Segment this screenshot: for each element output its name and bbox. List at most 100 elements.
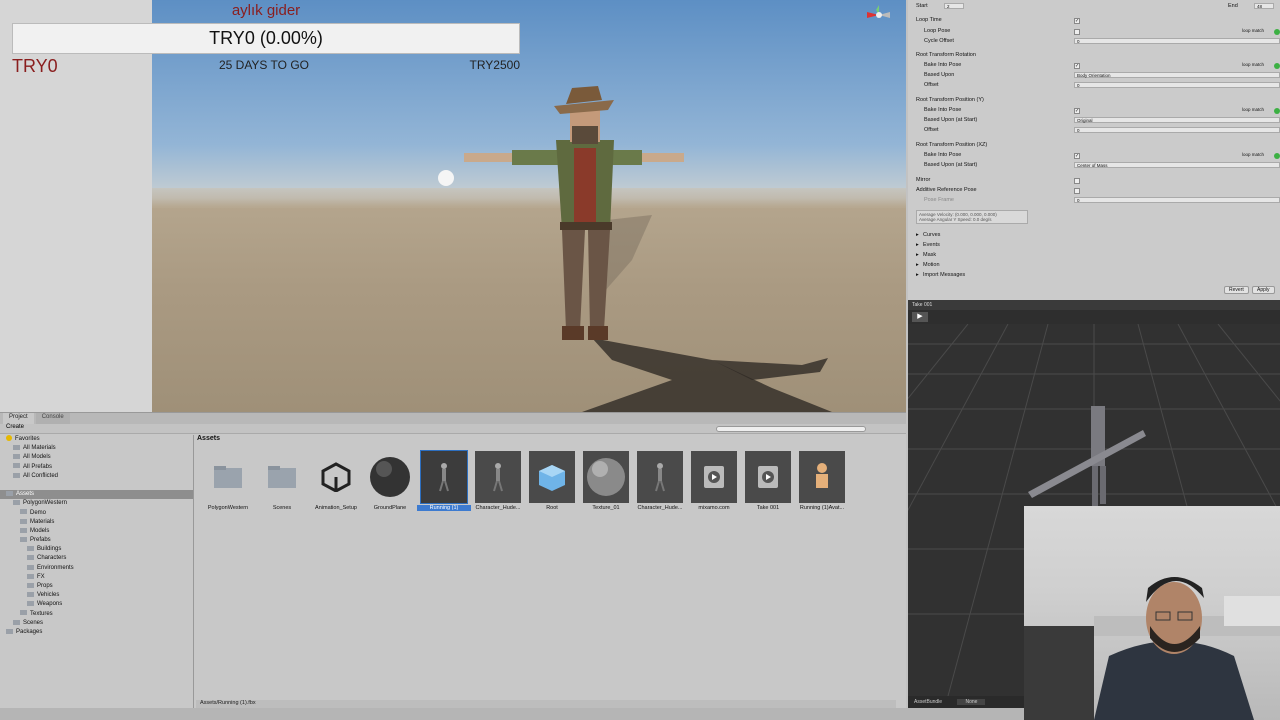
tree-item-label: Weapons <box>37 601 63 608</box>
tree-item-label: Assets <box>16 491 35 498</box>
search-input[interactable] <box>716 426 866 432</box>
tree-item[interactable]: FX <box>0 573 193 582</box>
asset-item[interactable]: Running (1)Avat... <box>795 451 849 511</box>
inspector-row: Root Transform Position (XZ) <box>916 142 1276 151</box>
tree-item[interactable]: All Prefabs <box>0 463 193 472</box>
tree-item[interactable]: Favorites <box>0 435 193 444</box>
play-button[interactable]: ▶ <box>912 312 928 322</box>
value-field[interactable]: 0 <box>1074 82 1280 88</box>
create-button[interactable]: Create <box>6 424 24 430</box>
asset-item[interactable]: PolygonWestern <box>201 451 255 511</box>
loop-match-indicator-icon <box>1274 63 1280 69</box>
tree-item-label: Models <box>30 527 50 534</box>
clip-range-row: Start 2 End 48 <box>916 3 1276 12</box>
asset-item[interactable]: Root <box>525 451 579 511</box>
velocity-info: Average Velocity: (0.000, 0.000, 0.000) … <box>916 210 1028 224</box>
tree-item[interactable]: Textures <box>0 610 193 619</box>
inspector-panel: Start 2 End 48 Loop Time ✓ Loop Pose loop m… <box>908 0 1280 300</box>
tree-item[interactable]: Packages <box>0 628 193 637</box>
checkbox[interactable] <box>1074 178 1080 184</box>
folder-icon <box>20 610 27 616</box>
tree-item[interactable]: Vehicles <box>0 591 193 600</box>
budget-progress-text: TRY0 (0.00%) <box>209 28 323 48</box>
foldout[interactable]: ▸ Motion <box>916 262 1276 271</box>
loop-match-indicator-icon <box>1274 108 1280 114</box>
unity-logo-icon <box>313 451 359 503</box>
asset-item[interactable]: GroundPlane <box>363 451 417 511</box>
checkbox[interactable]: ✓ <box>1074 63 1080 69</box>
apply-button[interactable]: Apply <box>1252 286 1275 294</box>
tab-project[interactable]: Project <box>3 413 34 424</box>
foldout[interactable]: ▸ Events <box>916 242 1276 251</box>
folder-icon <box>27 601 34 607</box>
folder-icon <box>27 582 34 588</box>
value-field[interactable]: Body Orientation <box>1074 72 1280 78</box>
checkbox[interactable]: ✓ <box>1074 153 1080 159</box>
foldout[interactable]: ▸ Mask <box>916 252 1276 261</box>
tree-item[interactable]: Weapons <box>0 600 193 609</box>
tree-item[interactable]: Prefabs <box>0 536 193 545</box>
foldout-label: Motion <box>923 262 940 268</box>
asset-item[interactable]: Character_Hude... <box>633 451 687 511</box>
foldout-label: Curves <box>923 232 941 238</box>
inspector-row: Loop Time ✓ <box>916 17 1276 26</box>
inspector-row-label: Root Transform Position (Y) <box>916 97 984 103</box>
foldout[interactable]: ▸ Import Messages <box>916 272 1276 281</box>
inspector-row-label: Loop Time <box>916 17 942 23</box>
take-label: Take 001 <box>912 302 933 308</box>
tree-item[interactable]: Props <box>0 582 193 591</box>
tree-item[interactable]: Demo <box>0 509 193 518</box>
tree-item[interactable]: PolygonWestern <box>0 499 193 508</box>
tree-item[interactable]: Buildings <box>0 545 193 554</box>
tab-console[interactable]: Console <box>35 413 70 424</box>
project-panel: Project Console Create Favorites All Mate… <box>0 412 906 708</box>
asset-label: Character_Hude... <box>475 505 521 511</box>
asset-item[interactable]: Texture_01 <box>579 451 633 511</box>
tree-item-label: FX <box>37 573 45 580</box>
asset-item[interactable]: Take 001 <box>741 451 795 511</box>
inspector-row: Bake Into Pose ✓ loop match <box>916 62 1280 71</box>
checkbox[interactable] <box>1074 29 1080 35</box>
asset-item[interactable]: Running (1) <box>417 450 471 511</box>
tree-item-label: Environments <box>37 564 74 571</box>
tree-item-label: Props <box>37 583 53 589</box>
value-field[interactable]: Center of Mass <box>1074 162 1280 168</box>
asset-bundle-dropdown[interactable]: None <box>957 699 986 705</box>
end-field[interactable]: 48 <box>1254 3 1274 9</box>
asset-item[interactable]: Animation_Setup <box>309 451 363 511</box>
tree-item-label: All Materials <box>23 445 56 452</box>
tree-item[interactable]: All Models <box>0 453 193 462</box>
value-field[interactable]: 0 <box>1074 38 1280 44</box>
inspector-row: Root Transform Rotation <box>916 52 1276 61</box>
breadcrumb[interactable]: Assets <box>197 435 220 442</box>
budget-days-to-go: 25 DAYS TO GO <box>218 58 310 72</box>
inspector-row: Additive Reference Pose <box>916 187 1276 196</box>
inspector-row: Offset 0 <box>916 82 1280 91</box>
asset-item[interactable]: mixamo.com <box>687 451 741 511</box>
scene-gizmo-icon[interactable] <box>864 4 894 26</box>
start-field[interactable]: 2 <box>944 3 964 9</box>
checkbox[interactable]: ✓ <box>1074 18 1080 24</box>
asset-item[interactable]: Character_Hude... <box>471 451 525 511</box>
checkbox[interactable]: ✓ <box>1074 108 1080 114</box>
tree-item[interactable]: All Materials <box>0 444 193 453</box>
value-field[interactable]: 0 <box>1074 197 1280 203</box>
tree-item[interactable]: Assets <box>0 490 193 500</box>
tree-item[interactable]: Models <box>0 527 193 536</box>
foldout[interactable]: ▸ Curves <box>916 232 1276 241</box>
character-icon <box>475 451 521 503</box>
tree-item[interactable]: Characters <box>0 554 193 563</box>
checkbox[interactable] <box>1074 188 1080 194</box>
asset-item[interactable]: Scenes <box>255 451 309 511</box>
inspector-row: Loop Pose loop match <box>916 28 1280 37</box>
value-field[interactable]: Original <box>1074 117 1280 123</box>
value-field[interactable]: 0 <box>1074 127 1280 133</box>
tree-item[interactable]: Environments <box>0 564 193 573</box>
tree-item[interactable] <box>0 481 193 490</box>
tree-item[interactable]: Scenes <box>0 619 193 628</box>
revert-button[interactable]: Revert <box>1224 286 1249 294</box>
tree-item-label: All Models <box>23 454 51 461</box>
loop-match-label: loop match <box>1242 107 1265 112</box>
tree-item[interactable]: All Conflicted <box>0 472 193 481</box>
tree-item[interactable]: Materials <box>0 518 193 527</box>
